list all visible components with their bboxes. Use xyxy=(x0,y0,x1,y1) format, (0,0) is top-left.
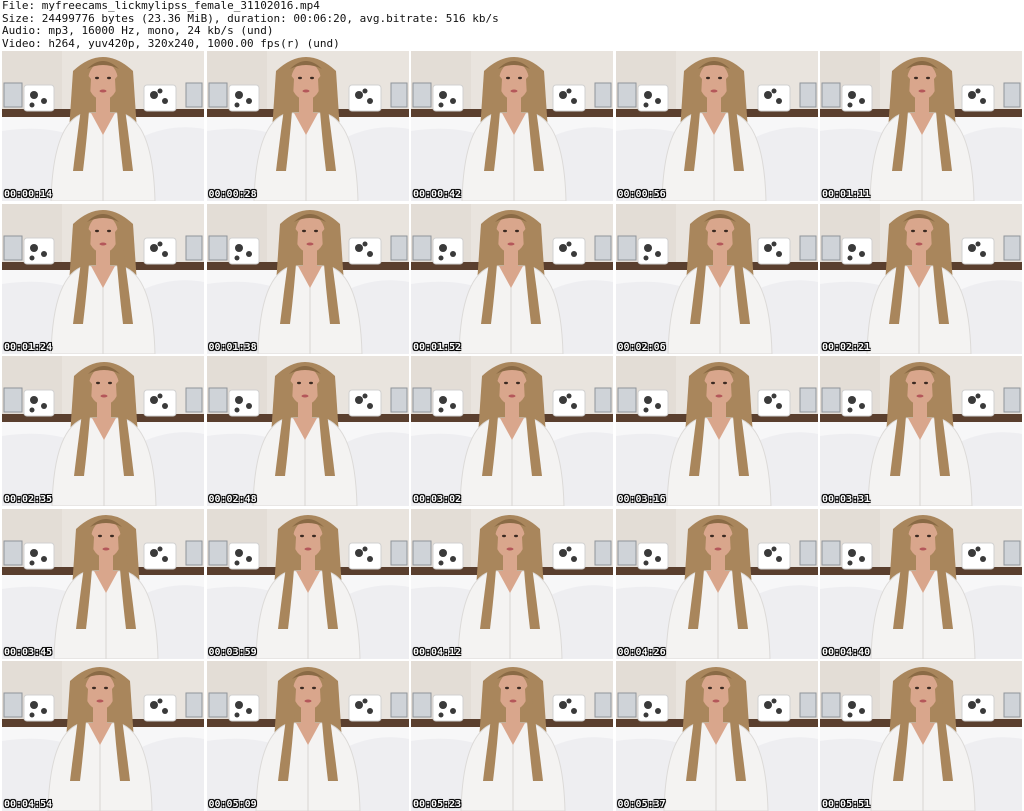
frame-scene-image xyxy=(411,508,613,659)
file-size-line: Size: 24499776 bytes (23.36 MiB), durati… xyxy=(2,12,499,25)
video-frame-thumbnail: 00:02:35 xyxy=(2,356,204,506)
video-frame-thumbnail: 00:02:48 xyxy=(206,356,409,506)
frame-scene-image xyxy=(411,356,613,506)
frame-scene-image xyxy=(206,356,409,506)
frame-timestamp: 00:02:21 xyxy=(822,341,871,353)
frame-scene-image xyxy=(411,661,613,811)
video-frame-thumbnail: 00:04:40 xyxy=(820,508,1022,659)
frame-timestamp: 00:03:59 xyxy=(208,646,257,658)
frame-timestamp: 00:00:14 xyxy=(4,189,53,200)
video-frame-thumbnail: 00:00:42 xyxy=(411,51,613,201)
video-frame-thumbnail: 00:01:24 xyxy=(2,203,204,354)
video-frame-thumbnail: 00:00:14 xyxy=(2,51,204,201)
frame-timestamp: 00:05:09 xyxy=(208,799,257,810)
video-info-line: Video: h264, yuv420p, 320x240, 1000.00 f… xyxy=(2,37,340,50)
video-frame-thumbnail: 00:02:21 xyxy=(820,203,1022,354)
thumbnail-grid: 00:00:14 00:00:28 00:00:42 00:00:56 00:01:11… xyxy=(2,51,1022,811)
video-frame-thumbnail: 00:02:06 xyxy=(615,203,818,354)
frame-timestamp: 00:03:16 xyxy=(617,494,666,505)
video-frame-thumbnail: 00:03:59 xyxy=(206,508,409,659)
frame-scene-image xyxy=(615,661,818,811)
frame-scene-image xyxy=(206,203,409,354)
audio-info-line: Audio: mp3, 16000 Hz, mono, 24 kb/s (und… xyxy=(2,25,274,37)
frame-timestamp: 00:04:26 xyxy=(617,646,666,658)
video-frame-thumbnail: 00:05:51 xyxy=(820,661,1022,811)
frame-scene-image xyxy=(206,508,409,659)
frame-scene-image xyxy=(2,661,204,811)
frame-scene-image xyxy=(2,203,204,354)
frame-scene-image xyxy=(615,356,818,506)
frame-timestamp: 00:04:40 xyxy=(822,646,871,658)
frame-timestamp: 00:04:12 xyxy=(413,646,462,658)
frame-timestamp: 00:01:24 xyxy=(4,341,53,353)
video-frame-thumbnail: 00:04:26 xyxy=(615,508,818,659)
video-frame-thumbnail: 00:04:12 xyxy=(411,508,613,659)
frame-timestamp: 00:04:54 xyxy=(4,799,53,810)
video-frame-thumbnail: 00:05:37 xyxy=(615,661,818,811)
frame-scene-image xyxy=(820,661,1022,811)
frame-scene-image xyxy=(820,203,1022,354)
frame-timestamp: 00:05:51 xyxy=(822,799,871,810)
frame-scene-image xyxy=(615,51,818,201)
frame-scene-image xyxy=(2,356,204,506)
frame-timestamp: 00:02:35 xyxy=(4,494,53,505)
frame-timestamp: 00:02:48 xyxy=(208,494,257,505)
video-frame-thumbnail: 00:01:11 xyxy=(820,51,1022,201)
frame-timestamp: 00:03:31 xyxy=(822,494,871,505)
frame-scene-image xyxy=(2,51,204,201)
file-info-header: File: myfreecams_lickmylipss_female_3110… xyxy=(2,0,1022,50)
file-name-line: File: myfreecams_lickmylipss_female_3110… xyxy=(2,0,320,12)
video-frame-thumbnail: 00:03:31 xyxy=(820,356,1022,506)
frame-timestamp: 00:00:28 xyxy=(208,189,257,200)
frame-scene-image xyxy=(615,203,818,354)
frame-scene-image xyxy=(2,508,204,659)
frame-timestamp: 00:03:45 xyxy=(4,646,53,658)
frame-timestamp: 00:00:42 xyxy=(413,189,462,200)
video-frame-thumbnail: 00:01:38 xyxy=(206,203,409,354)
video-frame-thumbnail: 00:01:52 xyxy=(411,203,613,354)
frame-timestamp: 00:01:38 xyxy=(208,341,257,353)
video-frame-thumbnail: 00:05:23 xyxy=(411,661,613,811)
frame-timestamp: 00:05:23 xyxy=(413,799,462,810)
video-frame-thumbnail: 00:04:54 xyxy=(2,661,204,811)
frame-scene-image xyxy=(206,661,409,811)
video-frame-thumbnail: 00:00:28 xyxy=(206,51,409,201)
frame-scene-image xyxy=(411,51,613,201)
video-frame-thumbnail: 00:05:09 xyxy=(206,661,409,811)
video-frame-thumbnail: 00:03:45 xyxy=(2,508,204,659)
frame-scene-image xyxy=(820,51,1022,201)
frame-timestamp: 00:01:52 xyxy=(413,341,462,353)
frame-timestamp: 00:00:56 xyxy=(617,189,666,200)
video-frame-thumbnail: 00:03:02 xyxy=(411,356,613,506)
frame-scene-image xyxy=(206,51,409,201)
frame-scene-image xyxy=(411,203,613,354)
frame-timestamp: 00:02:06 xyxy=(617,341,666,353)
frame-scene-image xyxy=(820,508,1022,659)
frame-timestamp: 00:05:37 xyxy=(617,799,666,810)
frame-scene-image xyxy=(615,508,818,659)
frame-scene-image xyxy=(820,356,1022,506)
frame-timestamp: 00:03:02 xyxy=(413,494,462,505)
video-frame-thumbnail: 00:00:56 xyxy=(615,51,818,201)
frame-timestamp: 00:01:11 xyxy=(822,189,871,200)
video-frame-thumbnail: 00:03:16 xyxy=(615,356,818,506)
